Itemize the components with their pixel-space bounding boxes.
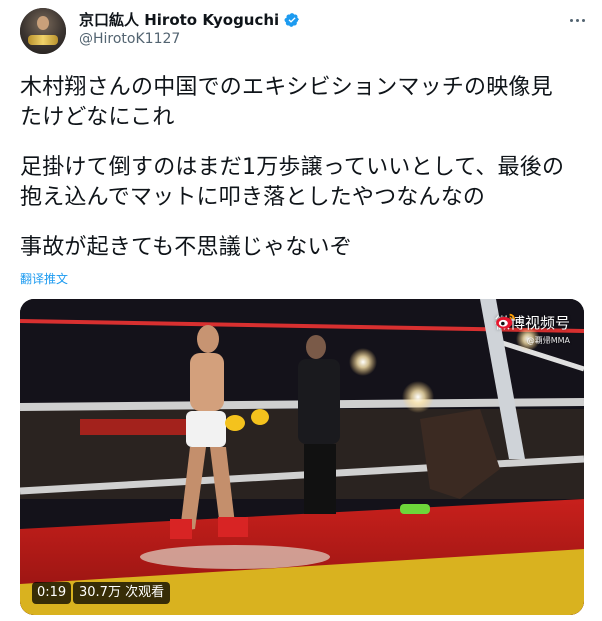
video-frame [20, 299, 584, 615]
more-options-icon[interactable] [564, 10, 590, 30]
avatar-championship-belt [28, 35, 58, 45]
author-name[interactable]: 京口紘人 Hiroto Kyoguchi [79, 9, 279, 30]
video-time: 0:19 [32, 582, 72, 604]
video-watermark: 微博视频号 @覇帰MMA [495, 312, 570, 346]
author-name-row: 京口紘人 Hiroto Kyoguchi [79, 9, 300, 30]
tweet-line: たけどなにこれ [20, 105, 175, 130]
verified-badge-icon [284, 12, 300, 27]
translate-tweet-link[interactable]: 翻译推文 [20, 270, 68, 287]
more-dot [569, 18, 573, 22]
avatar-face [37, 16, 49, 30]
referee-legs [304, 444, 336, 514]
video-player[interactable]: 微博视频号 @覇帰MMA 0:19 30.7万 次观看 [20, 299, 584, 615]
watermark-row: 微博视频号 [495, 312, 570, 333]
referee-head [306, 335, 326, 359]
author-handle[interactable]: @HirotoK1127 [79, 31, 180, 47]
video-views: 30.7万 次观看 [73, 582, 171, 604]
tweet-line: 抱え込んでマットに叩き落としたやつなんなの [20, 185, 486, 210]
referee-body [298, 359, 340, 444]
weibo-logo-icon [496, 313, 515, 329]
tweet-line: 木村翔さんの中国でのエキシビションマッチの映像見 [20, 75, 553, 100]
spotlight [349, 348, 377, 376]
fallen-fighter-shoe [400, 504, 430, 514]
tweet-text: 木村翔さんの中国でのエキシビションマッチの映像見 たけどなにこれ 足掛けて倒すの… [20, 73, 590, 263]
fighter-glove [251, 409, 269, 425]
fighter-torso [190, 353, 224, 411]
tweet-line: 足掛けて倒すのはまだ1万歩譲っていいとして、最後の [20, 155, 565, 180]
fighter-head [197, 325, 219, 353]
ring-logo [140, 545, 330, 569]
more-dot [581, 18, 585, 22]
author-avatar[interactable] [20, 8, 66, 54]
tweet-line: 事故が起きても不思議じゃないぞ [20, 235, 352, 260]
red-banner [80, 419, 190, 435]
watermark-subtext: @覇帰MMA [526, 336, 570, 345]
more-dot [575, 18, 579, 22]
fighter-shorts [186, 411, 226, 447]
spotlight [402, 381, 434, 413]
avatar-background [20, 8, 66, 54]
fighter-glove [225, 415, 245, 431]
fighter-boot [218, 517, 248, 537]
fighter-boot [170, 519, 192, 539]
